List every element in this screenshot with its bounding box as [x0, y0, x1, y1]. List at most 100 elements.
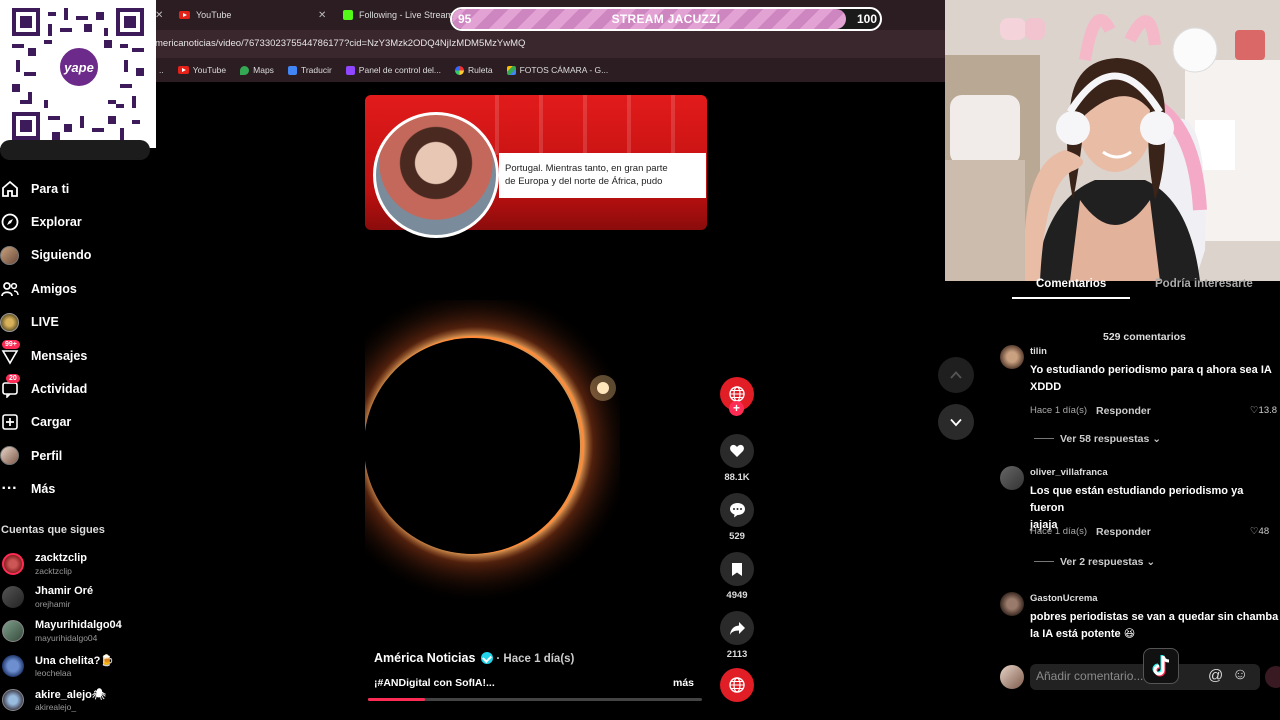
comment-text: pobres periodistas se van a quedar sin c…	[1030, 611, 1279, 640]
view-replies-button[interactable]: Ver 2 respuestas ⌄	[1034, 556, 1155, 568]
video-player[interactable]: Portugal. Mientras tanto, en gran parte …	[365, 95, 707, 700]
video-author[interactable]: América Noticias · Hace 1 día(s)	[374, 651, 574, 665]
avatar[interactable]	[1000, 592, 1024, 616]
comment-like-button[interactable]: ♡13.8	[1250, 405, 1277, 416]
comment-input[interactable]	[1036, 669, 1156, 683]
account-name: akire_alejo🕷	[35, 689, 106, 701]
avatar	[2, 553, 24, 575]
bookmark-panel[interactable]: Panel de control del...	[345, 65, 442, 75]
avatar	[2, 586, 24, 608]
home-icon	[0, 179, 19, 198]
activity-badge: 20	[6, 373, 20, 383]
tiktok-logo-icon	[1143, 648, 1179, 684]
bookmark-ruleta[interactable]: Ruleta	[455, 65, 493, 75]
upload-icon	[0, 413, 19, 432]
tab-comentarios[interactable]: Comentarios	[1036, 278, 1106, 290]
save-count: 4949	[726, 590, 748, 601]
send-icon[interactable]	[1265, 666, 1280, 688]
followed-account[interactable]: Jhamir Oré orejhamir	[0, 583, 150, 613]
sidebar-item-amigos[interactable]: Amigos	[0, 272, 150, 305]
comment-text: Yo estudiando periodismo para q ahora se…	[1030, 364, 1272, 393]
comment-like-button[interactable]: ♡48	[1250, 526, 1269, 537]
tab-close-prev[interactable]: ✕	[155, 5, 163, 25]
sidebar-item-label: LIVE	[31, 315, 59, 330]
sidebar-item-cargar[interactable]: Cargar	[0, 406, 150, 439]
comment-username[interactable]: tilin	[1030, 346, 1047, 357]
heart-icon	[720, 434, 754, 468]
bookmark-label: Traducir	[300, 65, 332, 75]
tab-title: Following - Live Streams	[359, 10, 458, 20]
messages-icon: 99+	[0, 340, 20, 365]
like-count: 88.1K	[724, 472, 750, 483]
verified-icon	[480, 652, 493, 664]
like-button[interactable]: 88.1K	[719, 434, 755, 483]
bookmark-label: Panel de control del...	[358, 65, 442, 75]
webcam-image	[945, 0, 1280, 281]
sidebar-item-mas[interactable]: ··· Más	[0, 473, 150, 506]
video-progress-bar[interactable]	[368, 698, 702, 701]
messages-badge: 99+	[2, 340, 20, 350]
bookmark-icon	[720, 552, 754, 586]
followed-account[interactable]: akire_alejo🕷 akirealejo_	[0, 686, 150, 716]
tab-close-youtube[interactable]: ✕	[318, 5, 326, 25]
avatar	[1000, 665, 1024, 689]
previous-video-button[interactable]	[938, 357, 974, 393]
reply-button[interactable]: Responder	[1096, 405, 1151, 417]
reply-button[interactable]: Responder	[1096, 526, 1151, 538]
comments-tabs: Comentarios Podría interesarte	[1012, 276, 1280, 300]
bookmark-overflow[interactable]: ..	[159, 65, 164, 75]
bookmark-maps[interactable]: Maps	[240, 65, 274, 75]
avatar[interactable]	[1000, 345, 1024, 369]
sidebar-item-siguiendo[interactable]: Siguiendo	[0, 239, 150, 272]
bookmark-fotos[interactable]: FOTOS CÁMARA - G...	[506, 65, 608, 75]
tab-kick-following[interactable]: Following - Live Streams	[343, 5, 458, 25]
followed-account[interactable]: Mayurihidalgo04 mayurihidalgo04	[0, 617, 150, 647]
avatar[interactable]	[1000, 466, 1024, 490]
author-name: América Noticias	[374, 651, 476, 665]
share-count: 2113	[726, 649, 748, 660]
account-name: zacktzclip	[35, 552, 87, 564]
bookmark-traducir[interactable]: Traducir	[287, 65, 332, 75]
comment-like-count: 48	[1258, 526, 1270, 537]
sidebar-item-perfil[interactable]: Perfil	[0, 439, 150, 472]
followed-account[interactable]: zacktzclip zacktzclip	[0, 550, 150, 580]
sidebar-item-para-ti[interactable]: Para ti	[0, 172, 150, 205]
comment-username[interactable]: oliver_villafranca	[1030, 467, 1108, 478]
music-disc-button[interactable]	[719, 668, 755, 702]
comment-item: GastonUcrema pobres periodistas se van a…	[998, 592, 1280, 648]
tab-podria-interesarte[interactable]: Podría interesarte	[1155, 278, 1253, 290]
emoji-icon[interactable]: ☺	[1232, 666, 1248, 684]
sidebar-item-mensajes[interactable]: 99+ Mensajes	[0, 339, 150, 372]
account-handle: orejhamir	[35, 599, 71, 609]
youtube-icon	[177, 66, 189, 74]
sidebar-item-live[interactable]: LIVE	[0, 306, 150, 339]
comment-username[interactable]: GastonUcrema	[1030, 593, 1098, 604]
tab-youtube[interactable]: YouTube	[179, 5, 231, 25]
bookmark-youtube[interactable]: YouTube	[177, 65, 226, 75]
sidebar-item-label: Perfil	[31, 448, 63, 463]
share-button[interactable]: 2113	[719, 611, 755, 660]
comment-item: oliver_villafranca Los que están estudia…	[998, 466, 1280, 570]
account-name: Jhamir Oré	[35, 585, 94, 597]
follow-plus-icon[interactable]: +	[729, 401, 744, 416]
description-more-button[interactable]: más	[673, 677, 694, 689]
author-avatar-button[interactable]: +	[719, 377, 755, 416]
comment-button[interactable]: 529	[719, 493, 755, 542]
tab-title: YouTube	[196, 10, 232, 20]
comment-count: 529	[729, 531, 745, 542]
account-handle: mayurihidalgo04	[35, 633, 98, 643]
view-replies-button[interactable]: Ver 58 respuestas ⌄	[1034, 433, 1161, 445]
bookmarks-bar: .. YouTube Maps Traducir Panel de contro…	[155, 58, 945, 82]
address-bar[interactable]: mericanoticias/video/7673302375544786177…	[155, 30, 945, 58]
next-video-button[interactable]	[938, 404, 974, 440]
yape-qr-code: yape	[0, 0, 156, 148]
sidebar-item-explorar[interactable]: Explorar	[0, 205, 150, 238]
search-input[interactable]	[0, 140, 150, 160]
account-handle: leochelaa	[35, 668, 72, 678]
mention-icon[interactable]: @	[1208, 667, 1223, 684]
account-name: Una chelita?🍺	[35, 655, 115, 667]
sidebar-item-actividad[interactable]: 20 Actividad	[0, 372, 150, 405]
video-caption: Portugal. Mientras tanto, en gran parte …	[499, 153, 706, 198]
followed-account[interactable]: Una chelita?🍺 leochelaa	[0, 652, 150, 682]
save-button[interactable]: 4949	[719, 552, 755, 601]
